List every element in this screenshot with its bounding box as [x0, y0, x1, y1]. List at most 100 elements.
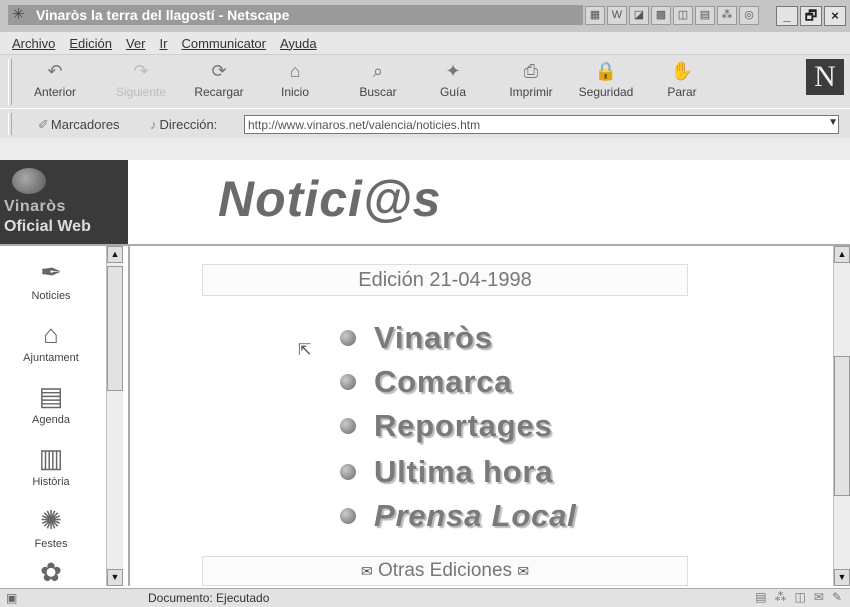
menu-edicion[interactable]: Edición — [69, 36, 112, 51]
component-icon[interactable]: ⁂ — [775, 590, 787, 604]
bullet-icon — [340, 508, 356, 524]
pen-icon: ✒ — [40, 257, 62, 287]
lock-icon: 🔒 — [594, 61, 618, 81]
menu-ver[interactable]: Ver — [126, 36, 146, 51]
tray-icon[interactable]: W — [607, 6, 627, 25]
minimize-button[interactable]: _ — [776, 6, 798, 26]
toolbar-spacer — [0, 138, 850, 160]
address-label: ♪ Dirección: — [150, 117, 218, 132]
nav-item-ajuntament[interactable]: ⌂ Ajuntament — [6, 316, 96, 364]
left-nav-frame: ✒ Noticies ⌂ Ajuntament ▤ Agenda ▥ Histò… — [0, 244, 128, 587]
site-logo[interactable]: Vinaròs Oficial Web — [0, 160, 128, 244]
location-grip[interactable] — [8, 113, 12, 135]
stop-icon: ✋ — [670, 61, 694, 81]
security-status-icon[interactable]: ▣ — [6, 591, 17, 605]
forward-button[interactable]: ↷ Siguiente — [110, 57, 172, 107]
bookmark-icon: ✐ — [38, 117, 49, 132]
toolbar-grip[interactable] — [8, 59, 12, 105]
component-icon[interactable]: ◫ — [795, 590, 806, 604]
bullet-icon — [340, 418, 356, 434]
search-button[interactable]: ⌕ Buscar — [350, 57, 406, 107]
component-icon[interactable]: ✉ — [814, 590, 824, 604]
chevron-down-icon[interactable]: ▼ — [828, 117, 838, 128]
scroll-down-arrow[interactable]: ▼ — [107, 569, 123, 586]
back-button[interactable]: ↶ Anterior — [28, 57, 82, 107]
menu-ayuda[interactable]: Ayuda — [280, 36, 317, 51]
section-link-comarca[interactable]: Comarca — [340, 364, 512, 400]
close-button[interactable]: × — [824, 6, 846, 26]
fireworks-icon: ✺ — [40, 505, 62, 535]
print-button[interactable]: ⎙ Imprimir — [500, 57, 562, 107]
reload-icon: ⟳ — [211, 61, 227, 81]
reload-button[interactable]: ⟳ Recargar — [186, 57, 252, 107]
building-icon: ⌂ — [43, 319, 59, 349]
location-icon: ♪ — [150, 117, 157, 132]
mouse-cursor-icon: ⇱ — [298, 342, 312, 359]
bookmarks-button[interactable]: ✐ Marcadores — [38, 117, 120, 133]
component-icon[interactable]: ✎ — [832, 590, 842, 604]
component-icon[interactable]: ▤ — [755, 590, 766, 604]
site-logo-subtitle: Oficial Web — [4, 218, 91, 235]
tray-icons: ▦ W ◪ ▩ ◫ ▤ ⁂ ◎ — [585, 6, 759, 25]
nav-item-noticies[interactable]: ✒ Noticies — [6, 254, 96, 302]
banner-title: Notici@s — [218, 171, 442, 227]
section-link-prensa-local[interactable]: Prensa Local — [340, 498, 577, 534]
home-icon: ⌂ — [289, 61, 301, 81]
tray-icon[interactable]: ⁂ — [717, 6, 737, 25]
menu-communicator[interactable]: Communicator — [181, 36, 266, 51]
forward-icon: ↷ — [133, 61, 149, 81]
address-input[interactable] — [244, 115, 839, 134]
nav-item-agenda[interactable]: ▤ Agenda — [6, 378, 96, 426]
bullet-icon — [340, 330, 356, 346]
nav-item-festes[interactable]: ✺ Festes — [6, 502, 96, 550]
bullet-icon — [340, 374, 356, 390]
back-icon: ↶ — [47, 61, 63, 81]
scroll-thumb[interactable] — [107, 266, 123, 391]
component-bar: ▤ ⁂ ◫ ✉ ✎ — [755, 590, 842, 604]
main-scrollbar[interactable]: ▲ ▼ — [833, 246, 850, 586]
left-scrollbar[interactable]: ▲ ▼ — [106, 246, 123, 586]
home-button[interactable]: ⌂ Inicio — [270, 57, 320, 107]
scroll-up-arrow[interactable]: ▲ — [834, 246, 850, 263]
status-bar: ▣ Documento: Ejecutado ▤ ⁂ ◫ ✉ ✎ — [0, 588, 850, 607]
netscape-throbber-logo[interactable]: N — [806, 59, 844, 95]
section-link-vinaros[interactable]: Vinaròs — [340, 320, 493, 356]
tray-icon[interactable]: ◫ — [673, 6, 693, 25]
main-content-frame: Edición 21-04-1998 Vinaròs Comarca Repor… — [128, 244, 850, 586]
search-icon: ⌕ — [372, 61, 384, 81]
scroll-thumb[interactable] — [834, 356, 850, 496]
menu-archivo[interactable]: Archivo — [12, 36, 55, 51]
scroll-up-arrow[interactable]: ▲ — [107, 246, 123, 263]
navigation-toolbar: ↶ Anterior ↷ Siguiente ⟳ Recargar ⌂ Inic… — [0, 54, 850, 108]
guide-button[interactable]: ✦ Guía — [430, 57, 476, 107]
window-controls: _ 🗗 × — [776, 6, 846, 26]
globe-icon — [12, 168, 46, 194]
tray-icon[interactable]: ◪ — [629, 6, 649, 25]
status-text: Documento: Ejecutado — [148, 591, 270, 605]
nav-item-partial[interactable]: ✿ — [6, 554, 96, 590]
location-bar: ✐Marcadores ♪Dirección: ▼ — [0, 108, 850, 138]
scroll-down-arrow[interactable]: ▼ — [834, 569, 850, 586]
book-icon: ▤ — [38, 381, 64, 411]
section-link-reportages[interactable]: Reportages — [340, 408, 553, 444]
flower-icon: ✿ — [40, 557, 62, 587]
stop-button[interactable]: ✋ Parar — [660, 57, 704, 107]
nav-item-historia[interactable]: ▥ Història — [6, 440, 96, 488]
menu-ir[interactable]: Ir — [160, 36, 168, 51]
edition-header: Edición 21-04-1998 — [202, 264, 688, 296]
tray-icon[interactable]: ▩ — [651, 6, 671, 25]
maximize-button[interactable]: 🗗 — [800, 6, 822, 26]
print-icon: ⎙ — [523, 61, 539, 81]
tray-icon[interactable]: ▤ — [695, 6, 715, 25]
menu-bar: Archivo Edición Ver Ir Communicator Ayud… — [0, 32, 850, 54]
guide-icon: ✦ — [445, 61, 461, 81]
title-bar: ✳ Vinaròs la terra del llagostí - Netsca… — [0, 0, 850, 32]
security-button[interactable]: 🔒 Seguridad — [570, 57, 642, 107]
envelope-icon: ✉ — [517, 563, 530, 579]
netscape-logo-icon: ✳ — [12, 6, 25, 23]
section-link-ultima-hora[interactable]: Ultima hora — [340, 454, 553, 490]
other-editions-link[interactable]: ✉ Otras Ediciones ✉ — [202, 556, 688, 586]
tray-icon[interactable]: ▦ — [585, 6, 605, 25]
monument-icon: ▥ — [38, 443, 64, 473]
tray-icon[interactable]: ◎ — [739, 6, 759, 25]
